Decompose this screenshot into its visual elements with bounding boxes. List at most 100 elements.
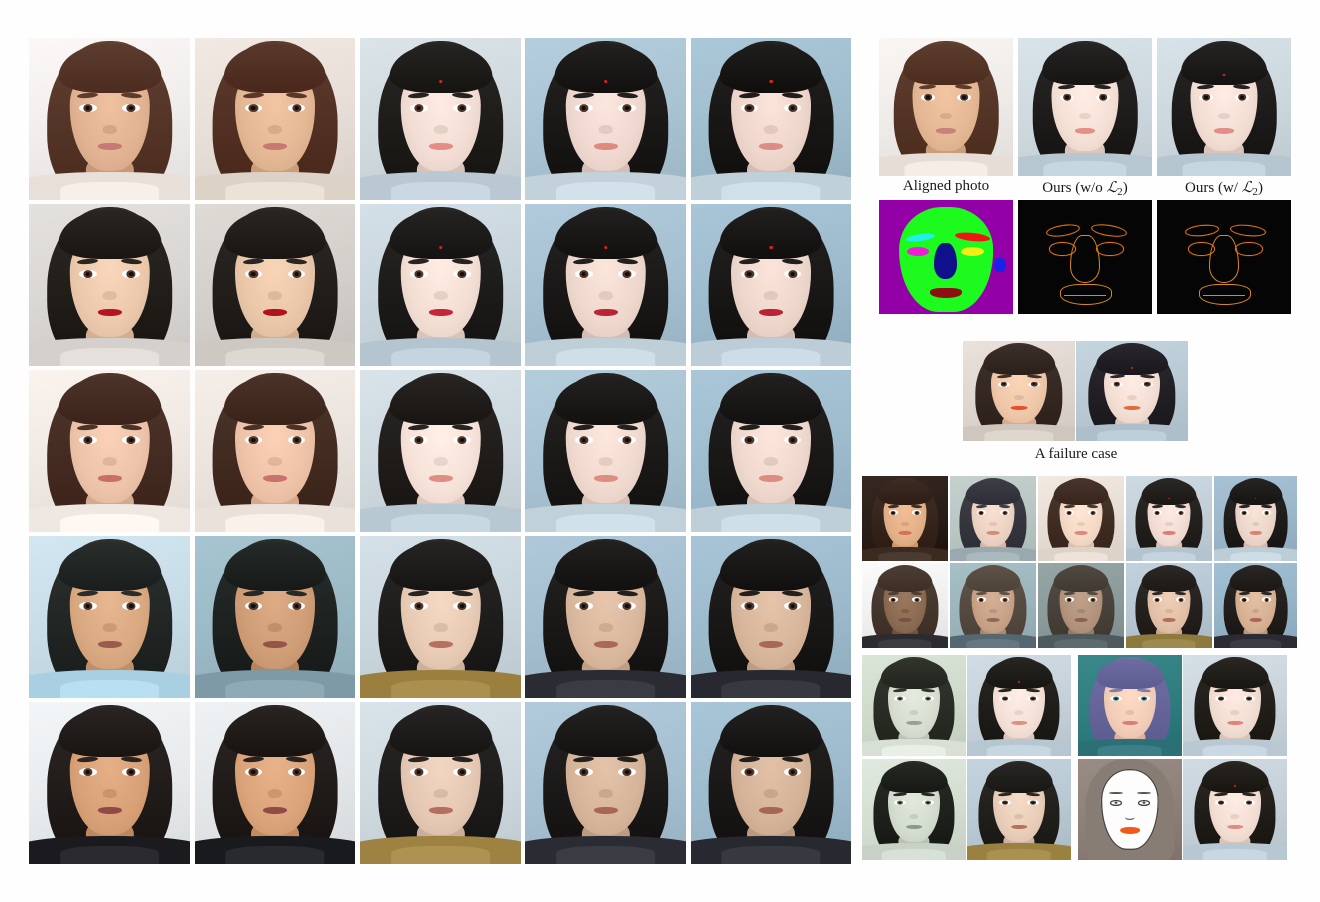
hair-front bbox=[985, 659, 1053, 690]
eye-right bbox=[1027, 799, 1039, 806]
collar bbox=[721, 680, 821, 698]
pupil-right bbox=[624, 271, 630, 276]
extra-cell-r2-c3 bbox=[1038, 563, 1124, 648]
stylized-output-r1-p2 bbox=[1183, 655, 1287, 756]
segment-right-eye bbox=[960, 246, 984, 256]
eye-left bbox=[888, 597, 899, 602]
stylized-input-r2-p1 bbox=[862, 759, 966, 860]
pupil-left bbox=[581, 271, 587, 276]
collar bbox=[225, 846, 325, 864]
edge-right-eyebrow bbox=[1229, 223, 1267, 239]
collar bbox=[390, 846, 491, 864]
result-cell-r3-c4 bbox=[525, 370, 686, 532]
pupil-right bbox=[128, 271, 134, 276]
eye-left bbox=[78, 435, 97, 445]
pupil-left bbox=[251, 105, 256, 110]
pupil-right bbox=[128, 105, 134, 110]
eye-right bbox=[999, 510, 1010, 515]
eye-left bbox=[409, 435, 428, 445]
nose bbox=[267, 623, 283, 632]
eye-right bbox=[453, 601, 472, 611]
collar bbox=[555, 680, 656, 698]
nose bbox=[102, 623, 117, 632]
nose bbox=[763, 623, 779, 632]
eye-left bbox=[1239, 510, 1249, 515]
extra-cell-r1-c3 bbox=[1038, 476, 1124, 561]
nose bbox=[267, 789, 283, 798]
ablation-image-1 bbox=[879, 38, 1013, 176]
eye-right bbox=[453, 103, 472, 113]
nose bbox=[433, 291, 448, 300]
result-cell-r2-c5 bbox=[691, 204, 851, 366]
result-cell-r2-c4 bbox=[525, 204, 686, 366]
collar bbox=[721, 846, 821, 864]
eye-left bbox=[740, 435, 759, 445]
nose bbox=[1126, 395, 1138, 400]
pupil-right bbox=[128, 769, 134, 774]
nose bbox=[1230, 709, 1240, 715]
collar bbox=[1142, 551, 1196, 561]
extra-cell-r1-c2 bbox=[950, 476, 1036, 561]
pupil-right bbox=[459, 271, 465, 276]
eye-right bbox=[1138, 695, 1150, 702]
stylized-output-r2-p2 bbox=[1183, 759, 1287, 860]
collar bbox=[555, 514, 656, 532]
pupil-left bbox=[85, 271, 91, 276]
extra-cell-r1-c1 bbox=[862, 476, 948, 561]
pupil-left bbox=[581, 769, 587, 774]
nose bbox=[901, 521, 909, 527]
pupil-right bbox=[294, 769, 299, 774]
result-cell-r3-c1 bbox=[29, 370, 190, 532]
eye-right bbox=[999, 597, 1010, 602]
collar bbox=[59, 182, 160, 200]
eye-left bbox=[1064, 510, 1075, 515]
pupil-right bbox=[790, 769, 795, 774]
collar bbox=[390, 348, 491, 366]
eye-right bbox=[453, 435, 472, 445]
edge-left-eyebrow bbox=[1184, 223, 1220, 238]
grayscale-overlay bbox=[862, 655, 966, 756]
result-cell-r2-c1 bbox=[29, 204, 190, 366]
extra-cell-r2-c2 bbox=[950, 563, 1036, 648]
eye-right bbox=[1262, 597, 1272, 602]
edge-mouth-inner-line bbox=[1202, 290, 1246, 296]
pupil-right bbox=[294, 271, 299, 276]
eye-left bbox=[78, 269, 97, 279]
pupil-right bbox=[459, 603, 465, 608]
collar bbox=[59, 680, 160, 698]
nose bbox=[1077, 608, 1085, 614]
result-cell-r5-c1 bbox=[29, 702, 190, 864]
segment-mouth bbox=[929, 287, 963, 299]
eye-left bbox=[740, 767, 759, 777]
hair-front bbox=[1201, 659, 1269, 690]
mouth bbox=[1249, 531, 1262, 535]
eye-right bbox=[453, 269, 472, 279]
eye-left bbox=[574, 269, 593, 279]
collar bbox=[986, 848, 1052, 860]
eye-left bbox=[1215, 799, 1227, 806]
eye-left bbox=[1152, 597, 1163, 602]
extra-cell-r1-c4 bbox=[1126, 476, 1212, 561]
pupil-left bbox=[85, 769, 91, 774]
pupil-right bbox=[624, 437, 630, 442]
pupil-right bbox=[294, 603, 299, 608]
extra-cell-r2-c5 bbox=[1214, 563, 1297, 648]
extra-cell-r1-c5 bbox=[1214, 476, 1297, 561]
pupil-left bbox=[581, 603, 587, 608]
pupil-right bbox=[1142, 801, 1146, 805]
result-cell-r2-c3 bbox=[360, 204, 521, 366]
stylized-input-r1-p2 bbox=[1078, 655, 1182, 756]
eye-right bbox=[911, 510, 922, 515]
eye-left bbox=[244, 767, 263, 777]
pupil-left bbox=[251, 437, 256, 442]
hair-front bbox=[983, 345, 1055, 375]
pupil-left bbox=[747, 769, 752, 774]
result-cell-r3-c2 bbox=[195, 370, 355, 532]
collar bbox=[984, 430, 1054, 441]
additional-results-grid bbox=[862, 476, 1297, 648]
eye-left bbox=[409, 103, 428, 113]
ablation-image-3 bbox=[1157, 38, 1291, 176]
collar bbox=[225, 348, 325, 366]
eye-left bbox=[740, 269, 759, 279]
failure-case-images bbox=[963, 341, 1189, 441]
